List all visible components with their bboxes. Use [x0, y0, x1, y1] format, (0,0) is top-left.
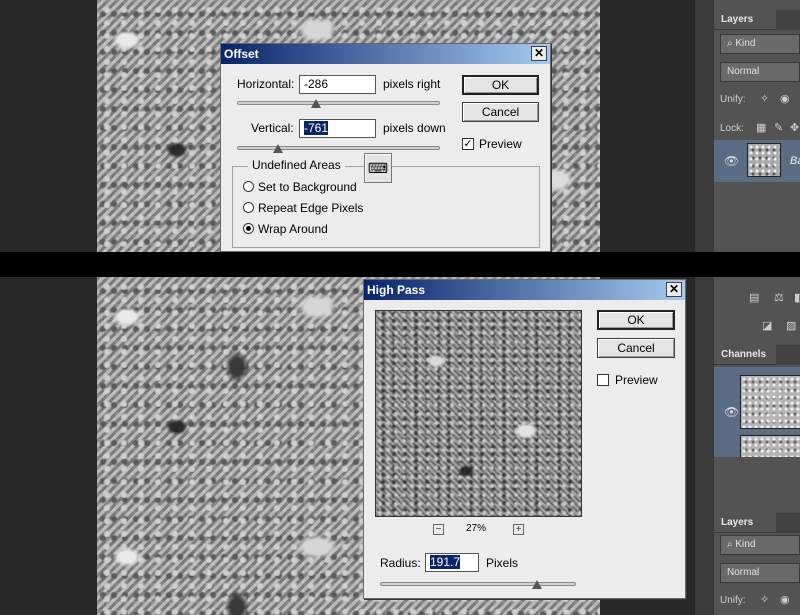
vertical-input[interactable]: -761 — [299, 119, 376, 138]
horizontal-unit: pixels right — [383, 77, 441, 91]
kind-filter[interactable]: ⌕ Kind — [720, 34, 800, 54]
channels-panel-area: ⌃ ▤ ⚖ ◧ ◪ ▨ Channels 👁 Layers ⌕ Kind Nor… — [713, 277, 800, 615]
layers-tab[interactable]: Layers — [714, 10, 776, 30]
offset-titlebar[interactable]: Offset — [221, 44, 550, 64]
preview-label: Preview — [615, 373, 658, 387]
selective-color-icon[interactable]: ▨ — [786, 319, 796, 332]
horizontal-label: Horizontal: — [237, 77, 295, 91]
layer-row[interactable]: 👁 Ba — [714, 140, 800, 182]
panel-arrow-icon: ⌃ — [764, 277, 774, 284]
layer-thumbnail — [747, 143, 781, 177]
bottom-workspace: ⌃ ▤ ⚖ ◧ ◪ ▨ Channels 👁 Layers ⌕ Kind Nor… — [0, 277, 800, 615]
radio-selected-dot — [246, 226, 251, 231]
eye-icon[interactable]: 👁 — [724, 405, 739, 419]
levels-icon[interactable]: ▤ — [749, 291, 759, 304]
layers-panel-top: Layers ⌕ Kind Normal Unify: ✧ ◉ Lock: ▦ … — [713, 0, 800, 252]
channel-thumbnail — [740, 435, 800, 459]
high-pass-titlebar[interactable]: High Pass — [364, 280, 685, 300]
unify-visibility-icon[interactable]: ◉ — [780, 92, 790, 105]
radius-unit: Pixels — [486, 556, 519, 570]
preview-checkbox[interactable] — [597, 374, 609, 386]
balance-icon[interactable]: ⚖ — [774, 291, 784, 304]
horizontal-slider-track[interactable] — [237, 101, 440, 105]
preview-label: Preview — [479, 137, 522, 151]
option-wrap-around: Wrap Around — [258, 222, 328, 236]
option-repeat-edge-pixels: Repeat Edge Pixels — [258, 201, 364, 215]
preview-checkbox[interactable]: ✓ — [462, 138, 474, 150]
search-icon: ⌕ — [727, 38, 733, 49]
blend-mode-select[interactable]: Normal — [720, 62, 800, 82]
zoom-out-icon[interactable]: − — [433, 524, 444, 535]
radius-slider-thumb[interactable] — [532, 580, 542, 589]
vertical-unit: pixels down — [383, 121, 446, 135]
close-icon[interactable]: ✕ — [666, 282, 682, 297]
panel-divider-bottom — [695, 277, 713, 615]
cancel-button[interactable]: Cancel — [597, 338, 675, 358]
radius-label: Radius: — [380, 556, 421, 570]
gradient-map-icon[interactable]: ◪ — [762, 319, 772, 332]
unify-position-icon[interactable]: ✧ — [760, 593, 769, 606]
channel-thumbnail — [740, 375, 800, 429]
ok-button[interactable]: OK — [462, 75, 539, 95]
offset-dialog: Offset ✕ Horizontal: -286 pixels right V… — [220, 43, 551, 252]
unify-visibility-icon[interactable]: ◉ — [780, 593, 790, 606]
vertical-slider-thumb[interactable] — [273, 144, 283, 153]
zoom-in-icon[interactable]: + — [513, 524, 524, 535]
dialog-title: Offset — [224, 47, 259, 61]
lock-position-icon[interactable]: ✥ — [790, 121, 799, 134]
radius-slider-track[interactable] — [380, 582, 576, 586]
channels-empty-area — [714, 457, 800, 512]
channels-tab[interactable]: Channels — [714, 345, 776, 365]
horizontal-slider-thumb[interactable] — [311, 99, 321, 108]
dialog-title: High Pass — [367, 283, 426, 297]
radius-value-selected: 191.7 — [430, 555, 461, 569]
lock-transparent-icon[interactable]: ▦ — [756, 121, 766, 134]
top-workspace: Layers ⌕ Kind Normal Unify: ✧ ◉ Lock: ▦ … — [0, 0, 800, 252]
kind-label: Kind — [735, 539, 756, 550]
option-set-to-background: Set to Background — [258, 180, 357, 194]
close-icon[interactable]: ✕ — [531, 46, 547, 61]
vertical-slider-track[interactable] — [237, 146, 440, 150]
unify-label-bottom: Unify: — [720, 595, 746, 606]
unify-position-icon[interactable]: ✧ — [760, 92, 769, 105]
unify-label: Unify: — [720, 94, 746, 105]
zoom-level: 27% — [466, 523, 487, 534]
kind-label: Kind — [735, 38, 756, 49]
cancel-button[interactable]: Cancel — [462, 102, 539, 122]
horizontal-input[interactable]: -286 — [299, 75, 376, 94]
kind-filter-bottom[interactable]: ⌕ Kind — [720, 535, 800, 555]
search-icon: ⌕ — [727, 539, 733, 550]
radio-set-to-background[interactable] — [243, 181, 254, 192]
filter-preview-image[interactable] — [375, 310, 582, 517]
lock-image-icon[interactable]: ✎ — [774, 121, 783, 134]
high-pass-dialog: High Pass ✕ − 27% + OK Cancel Preview Ra… — [363, 279, 686, 599]
lock-label: Lock: — [720, 123, 744, 134]
radio-wrap-around[interactable] — [243, 223, 254, 234]
panel-divider-top — [695, 0, 713, 252]
layers-tab-bottom[interactable]: Layers — [714, 513, 776, 533]
screenshot-separator — [0, 252, 800, 277]
vertical-label: Vertical: — [251, 121, 294, 135]
channel-row[interactable]: 👁 — [714, 367, 800, 459]
undefined-areas-label: Undefined Areas — [248, 158, 345, 172]
blend-mode-select-bottom[interactable]: Normal — [720, 563, 800, 583]
ok-button[interactable]: OK — [597, 310, 675, 330]
eye-icon[interactable]: 👁 — [724, 154, 739, 168]
radius-input[interactable]: 191.7 — [425, 553, 479, 572]
vertical-value-selected: -761 — [304, 121, 329, 135]
layer-name: Ba — [790, 155, 800, 167]
radio-repeat-edge-pixels[interactable] — [243, 202, 254, 213]
keyboard-icon[interactable]: ⌨ — [364, 153, 392, 183]
adjustment-icon[interactable]: ◧ — [794, 291, 800, 304]
